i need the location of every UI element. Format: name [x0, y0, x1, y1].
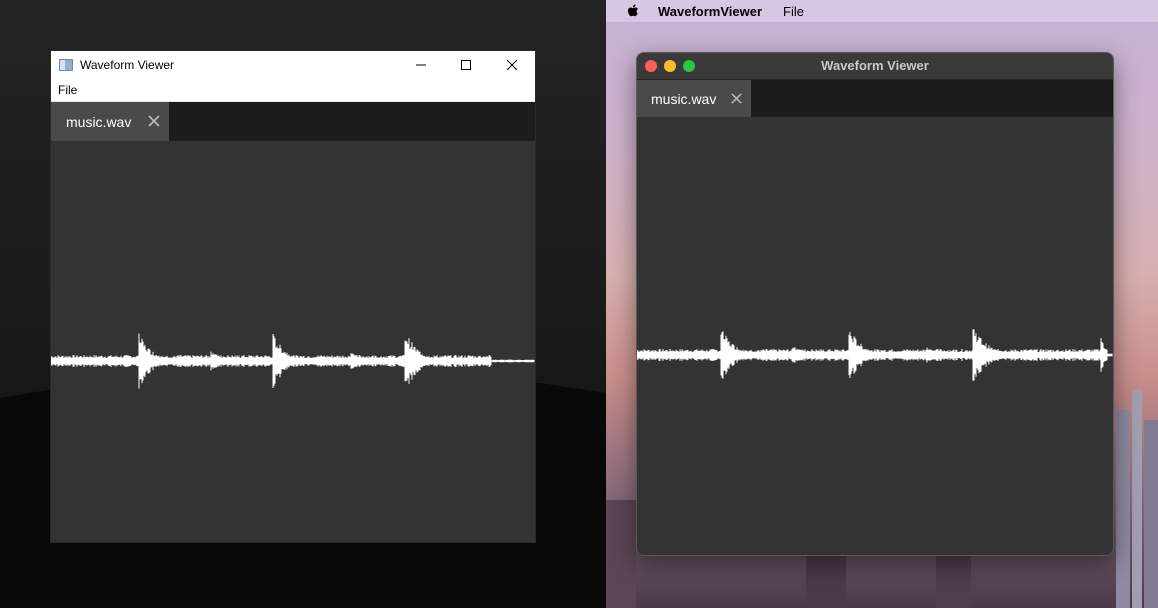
maximize-button[interactable] [443, 51, 489, 79]
waveform-canvas [51, 141, 535, 542]
tab-close-icon[interactable] [730, 92, 743, 105]
tab-label: music.wav [66, 114, 132, 130]
tab-bar: music.wav [637, 80, 1113, 117]
window-title: Waveform Viewer [821, 58, 929, 73]
mac-desktop: WaveformViewer File Waveform Viewer musi… [606, 0, 1158, 608]
windows-desktop: Waveform Viewer File music.wav [0, 0, 606, 608]
apple-icon[interactable] [626, 3, 640, 19]
mac-menu-bar: WaveformViewer File [606, 0, 1158, 22]
mac-app-window: Waveform Viewer music.wav [636, 52, 1114, 556]
tab-bar: music.wav [51, 102, 535, 142]
close-button[interactable] [489, 51, 535, 79]
audio-waveform [637, 329, 1113, 381]
windows-app-window: Waveform Viewer File music.wav [51, 51, 535, 542]
minimize-icon [416, 64, 426, 66]
tab-label: music.wav [651, 90, 717, 107]
waveform-canvas [637, 117, 1113, 555]
audio-waveform [51, 333, 535, 389]
minimize-button[interactable] [398, 51, 444, 79]
window-titlebar[interactable]: Waveform Viewer [637, 53, 1113, 80]
close-icon [506, 59, 518, 71]
tab-close-icon[interactable] [147, 114, 161, 128]
tab-music-wav[interactable]: music.wav [51, 102, 169, 142]
tab-music-wav[interactable]: music.wav [637, 80, 751, 117]
menu-file[interactable]: File [58, 83, 77, 97]
menubar-file[interactable]: File [783, 4, 804, 19]
maximize-icon [461, 60, 471, 70]
window-title: Waveform Viewer [80, 58, 175, 72]
menu-bar: File [51, 79, 535, 102]
app-icon [59, 59, 73, 71]
window-titlebar[interactable]: Waveform Viewer [51, 51, 535, 79]
menubar-app-name[interactable]: WaveformViewer [658, 4, 762, 19]
